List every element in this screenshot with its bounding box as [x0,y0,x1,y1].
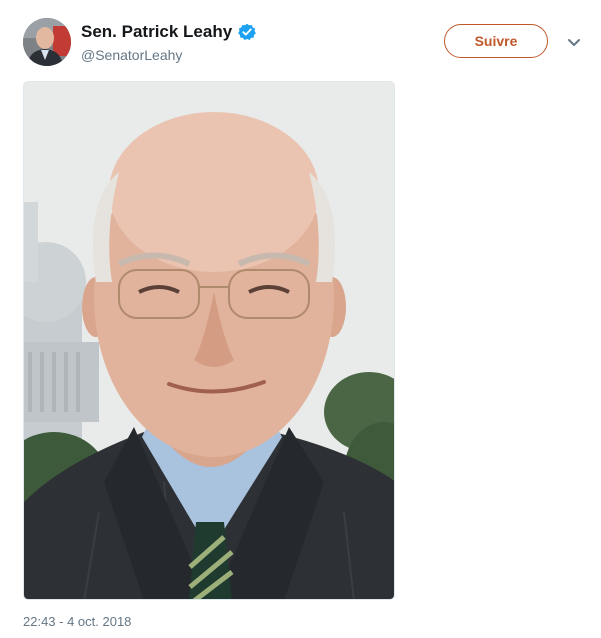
username-handle[interactable]: @SenatorLeahy [81,46,182,64]
author-name-row: Sen. Patrick Leahy [81,21,257,43]
tweet-card: Sen. Patrick Leahy @SenatorLeahy Suivre [0,0,601,638]
follow-button[interactable]: Suivre [444,24,548,58]
avatar[interactable] [23,18,71,66]
tweet-timestamp[interactable]: 22:43 - 4 oct. 2018 [23,614,131,630]
user-avatar-icon [23,18,71,66]
verified-badge-icon [238,23,257,41]
chevron-down-icon[interactable] [566,36,582,48]
portrait-photo-icon [24,82,394,599]
display-name[interactable]: Sen. Patrick Leahy [81,21,232,43]
tweet-photo[interactable] [23,81,395,600]
